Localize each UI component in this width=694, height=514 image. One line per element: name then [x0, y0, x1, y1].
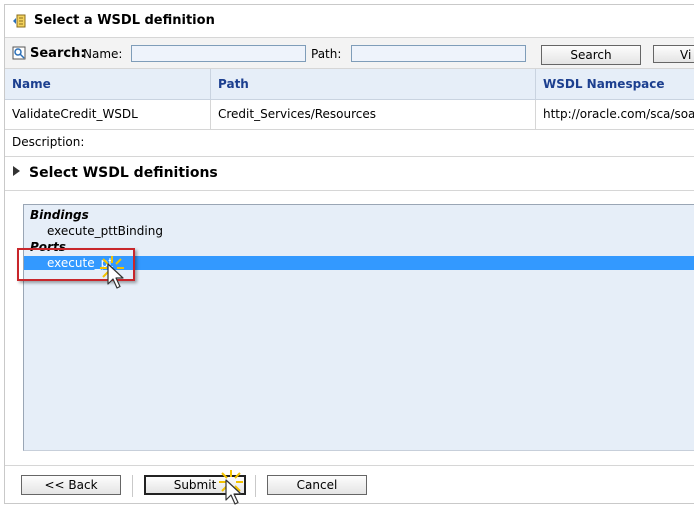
- divider: [5, 465, 694, 466]
- tree-item-binding[interactable]: execute_pttBinding: [47, 224, 163, 238]
- wsdl-definitions-tree: Bindings execute_pttBinding Ports execut…: [23, 204, 694, 451]
- path-search-input[interactable]: [351, 45, 526, 62]
- back-button[interactable]: << Back: [21, 475, 121, 495]
- view-button[interactable]: Vi: [653, 45, 694, 63]
- tree-group-bindings: Bindings: [30, 208, 89, 222]
- cell-path: Credit_Services/Resources: [211, 100, 536, 129]
- wsdl-icon: [13, 14, 26, 28]
- cell-name: ValidateCredit_WSDL: [5, 100, 211, 129]
- table-header: Name Path WSDL Namespace: [5, 69, 694, 100]
- column-header-path[interactable]: Path: [211, 69, 536, 99]
- title-bar: Select a WSDL definition: [5, 5, 694, 38]
- search-button[interactable]: Search: [541, 45, 641, 65]
- mouse-cursor-icon: [225, 479, 242, 505]
- cell-namespace: http://oracle.com/sca/soapse: [543, 107, 694, 121]
- search-bar: Search: Name: Path: Search Vi: [5, 38, 694, 69]
- path-label: Path:: [311, 47, 342, 61]
- dialog-title: Select a WSDL definition: [34, 13, 215, 28]
- search-icon: [12, 46, 26, 60]
- cancel-button[interactable]: Cancel: [267, 475, 367, 495]
- section-header[interactable]: Select WSDL definitions: [13, 165, 218, 181]
- search-label: Search:: [30, 46, 86, 61]
- button-separator: [132, 475, 133, 497]
- table-row[interactable]: ValidateCredit_WSDL Credit_Services/Reso…: [5, 100, 694, 130]
- expand-triangle-icon[interactable]: [13, 166, 20, 176]
- button-separator: [255, 475, 256, 497]
- name-label: Name:: [83, 47, 123, 61]
- section-title: Select WSDL definitions: [29, 165, 218, 181]
- mouse-cursor-icon: [107, 263, 124, 289]
- divider: [5, 190, 694, 191]
- description-label: Description:: [12, 135, 85, 149]
- wsdl-dialog: Select a WSDL definition Search: Name: P…: [4, 4, 694, 505]
- column-header-namespace[interactable]: WSDL Namespace: [536, 69, 694, 99]
- divider: [5, 156, 694, 157]
- name-search-input[interactable]: [131, 45, 306, 62]
- column-header-name[interactable]: Name: [5, 69, 211, 99]
